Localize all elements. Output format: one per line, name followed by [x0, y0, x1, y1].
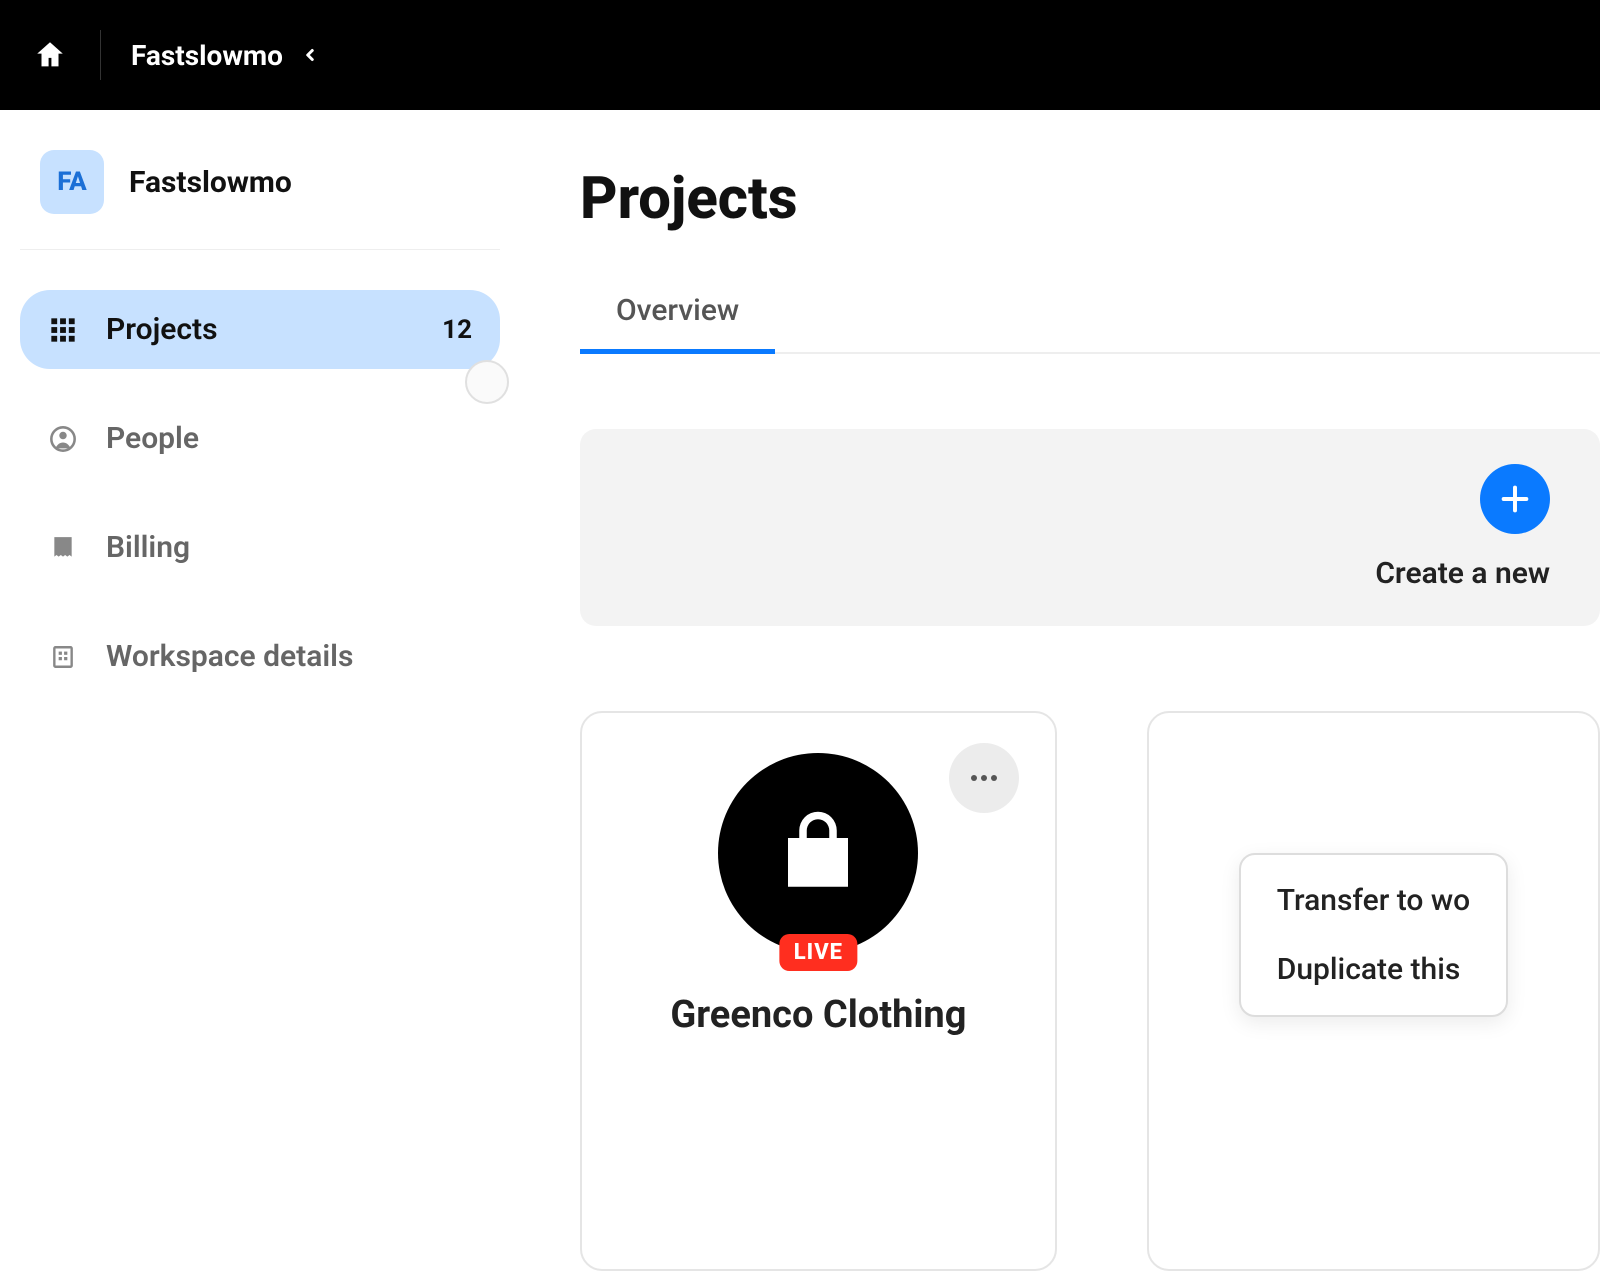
project-card[interactable]: LIVE Greenco Clothing: [580, 711, 1057, 1271]
tabs: Overview: [580, 283, 1600, 354]
card-context-menu: Transfer to wo Duplicate this: [1239, 853, 1508, 1017]
grid-icon: [48, 315, 78, 345]
sidebar-item-count: 12: [442, 315, 472, 345]
tab-overview[interactable]: Overview: [580, 283, 775, 352]
project-logo: LIVE: [718, 753, 918, 953]
receipt-icon: [48, 533, 78, 563]
project-cards: LIVE Greenco Clothing Transfer to wo Dup…: [580, 711, 1600, 1271]
workspace-avatar: FA: [40, 150, 104, 214]
building-icon: [48, 642, 78, 672]
home-button[interactable]: [30, 35, 70, 75]
card-menu-button[interactable]: [949, 743, 1019, 813]
top-header: Fastslowmo: [0, 0, 1600, 110]
chevron-left-icon: [301, 43, 319, 67]
project-card[interactable]: Transfer to wo Duplicate this: [1147, 711, 1600, 1271]
menu-item-duplicate[interactable]: Duplicate this: [1277, 952, 1470, 987]
project-title: Greenco Clothing: [670, 993, 966, 1037]
sidebar-item-label: Projects: [106, 312, 414, 347]
sidebar: FA Fastslowmo Projects 12 People: [0, 110, 520, 1200]
workspace-header[interactable]: FA Fastslowmo: [20, 140, 500, 250]
breadcrumb-chevron[interactable]: [301, 43, 319, 67]
home-icon: [33, 38, 67, 72]
tour-marker[interactable]: [465, 360, 509, 404]
sidebar-item-workspace-details[interactable]: Workspace details: [20, 617, 500, 696]
sidebar-nav: Projects 12 People Billing W: [20, 290, 500, 696]
create-project-button[interactable]: [1480, 464, 1550, 534]
plus-icon: [1498, 482, 1532, 516]
dots-icon: [969, 774, 999, 782]
sidebar-item-label: Workspace details: [106, 639, 472, 674]
status-badge: LIVE: [780, 934, 857, 971]
breadcrumb-workspace[interactable]: Fastslowmo: [131, 39, 283, 72]
breadcrumb: Fastslowmo: [131, 39, 319, 72]
sidebar-item-projects[interactable]: Projects 12: [20, 290, 500, 369]
page-title: Projects: [580, 165, 1600, 233]
create-project-label: Create a new: [1375, 556, 1550, 591]
bag-icon: [773, 808, 863, 898]
sidebar-item-label: People: [106, 421, 472, 456]
menu-item-transfer[interactable]: Transfer to wo: [1277, 883, 1470, 918]
workspace-name: Fastslowmo: [129, 165, 292, 200]
sidebar-item-billing[interactable]: Billing: [20, 508, 500, 587]
sidebar-item-label: Billing: [106, 530, 472, 565]
person-icon: [48, 424, 78, 454]
sidebar-item-people[interactable]: People: [20, 399, 500, 478]
main-content: Projects Overview Create a new LIVE Gree…: [520, 110, 1600, 1200]
header-divider: [100, 30, 101, 80]
create-project-panel: Create a new: [580, 429, 1600, 626]
